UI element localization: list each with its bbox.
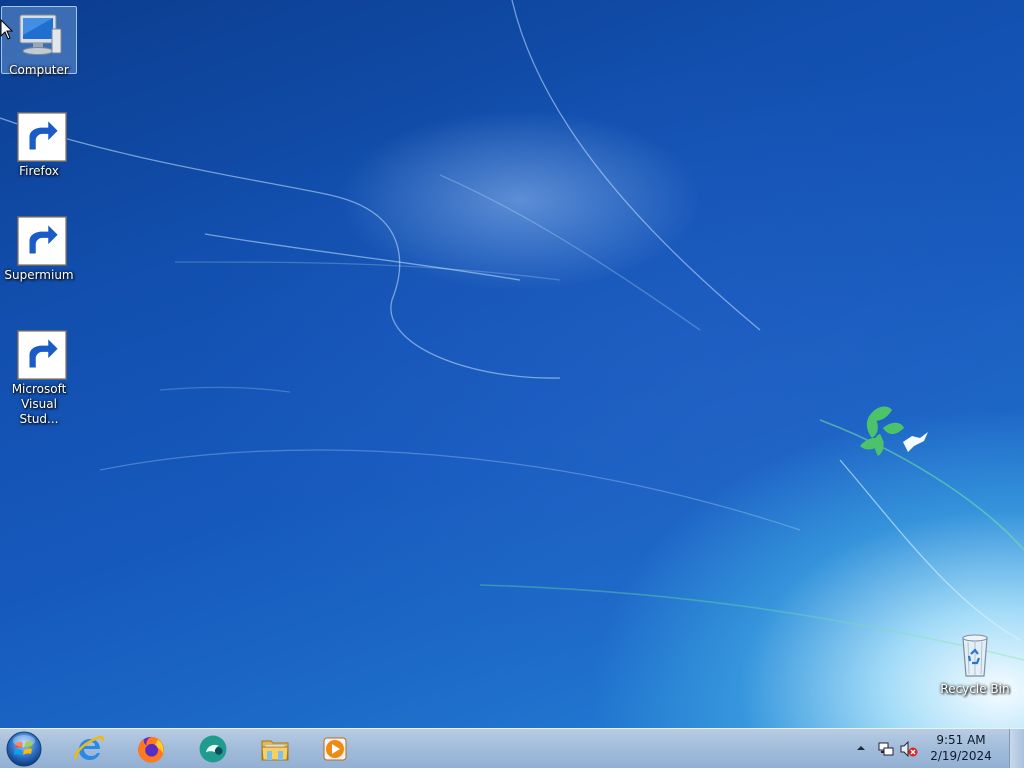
shortcut-arrow-icon bbox=[17, 330, 67, 380]
desktop-icon-label: Computer bbox=[9, 63, 69, 77]
volume-muted-icon[interactable] bbox=[900, 741, 918, 757]
desktop-icon-visual-studio[interactable]: Microsoft Visual Stud... bbox=[1, 326, 77, 427]
firefox-icon bbox=[138, 736, 164, 763]
media-player-icon bbox=[323, 737, 347, 761]
desktop[interactable]: Computer Firefox Supermium Microsoft Vis… bbox=[0, 0, 1024, 728]
clock-date: 2/19/2024 bbox=[930, 749, 992, 763]
taskbar-supermium[interactable] bbox=[187, 731, 239, 767]
recycle-bin-icon bbox=[962, 634, 988, 677]
windows-orb-icon bbox=[6, 731, 42, 767]
taskbar-internet-explorer[interactable] bbox=[63, 731, 115, 767]
taskbar: 9:51 AM 2/19/2024 bbox=[0, 728, 1024, 768]
folder-icon bbox=[261, 740, 289, 761]
start-button[interactable] bbox=[4, 730, 44, 768]
show-hidden-icons-arrow-icon[interactable] bbox=[856, 743, 866, 753]
computer-icon bbox=[19, 14, 62, 55]
supermium-icon bbox=[199, 735, 227, 763]
desktop-icon-label: Microsoft Visual Stud... bbox=[11, 382, 67, 426]
wallpaper-art bbox=[0, 0, 1024, 661]
desktop-icon-supermium[interactable]: Supermium bbox=[1, 212, 77, 283]
taskbar-windows-explorer[interactable] bbox=[249, 731, 301, 767]
desktop-icon-recycle-bin[interactable]: Recycle Bin bbox=[937, 626, 1013, 697]
system-tray: 9:51 AM 2/19/2024 bbox=[854, 729, 1024, 768]
taskbar-media-player[interactable] bbox=[309, 731, 361, 767]
shortcut-arrow-icon bbox=[17, 216, 67, 266]
desktop-icon-computer[interactable]: Computer bbox=[1, 6, 77, 77]
taskbar-firefox[interactable] bbox=[125, 731, 177, 767]
desktop-icon-firefox[interactable]: Firefox bbox=[1, 108, 77, 179]
internet-explorer-icon bbox=[74, 736, 105, 760]
shortcut-arrow-icon bbox=[17, 112, 67, 162]
clock-time: 9:51 AM bbox=[936, 733, 986, 747]
desktop-icon-label: Recycle Bin bbox=[940, 682, 1010, 696]
desktop-icon-label: Supermium bbox=[4, 268, 74, 282]
desktop-icon-label: Firefox bbox=[19, 164, 59, 178]
show-desktop-button[interactable] bbox=[1009, 729, 1024, 768]
clock[interactable]: 9:51 AM 2/19/2024 bbox=[926, 732, 996, 764]
network-icon[interactable] bbox=[878, 741, 894, 757]
